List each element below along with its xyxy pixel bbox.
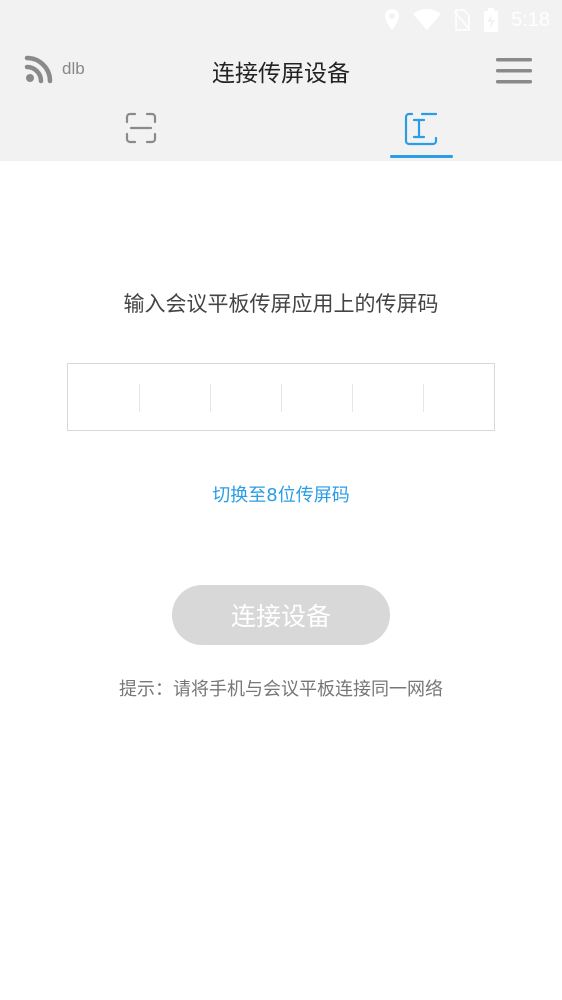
page-title: 连接传屏设备 (212, 61, 350, 87)
switch-code-length-link[interactable]: 切换至8位传屏码 (0, 481, 562, 507)
status-time: 5:18 (511, 8, 550, 31)
tab-scan[interactable] (71, 104, 211, 161)
scan-icon (125, 112, 157, 144)
instruction-text: 输入会议平板传屏应用上的传屏码 (123, 292, 439, 316)
tab-code-input[interactable] (351, 104, 491, 161)
app-bar: dlb 连接传屏设备 (0, 40, 562, 104)
hint-text: 提示：请将手机与会议平板连接同一网络 (119, 679, 443, 700)
code-input-icon (404, 112, 438, 146)
code-cell-2[interactable] (139, 364, 210, 430)
code-cell-4[interactable] (281, 364, 352, 430)
code-cell-1[interactable] (68, 364, 139, 430)
status-icons: 5:18 (383, 6, 550, 34)
header: 5:18 dlb 连接传屏设备 (0, 0, 562, 161)
code-cell-3[interactable] (210, 364, 281, 430)
tab-bar (0, 104, 562, 161)
battery-charging-icon (484, 8, 499, 32)
code-cell-5[interactable] (352, 364, 423, 430)
tab-selected-indicator (390, 155, 453, 158)
connect-button[interactable]: 连接设备 (172, 585, 390, 645)
wifi-signal-icon (413, 9, 442, 30)
no-sim-icon (453, 9, 471, 31)
menu-icon[interactable] (496, 56, 532, 86)
location-icon (385, 9, 400, 30)
code-input-box[interactable] (67, 363, 495, 431)
status-bar: 5:18 (0, 0, 562, 40)
code-cell-6[interactable] (423, 364, 494, 430)
